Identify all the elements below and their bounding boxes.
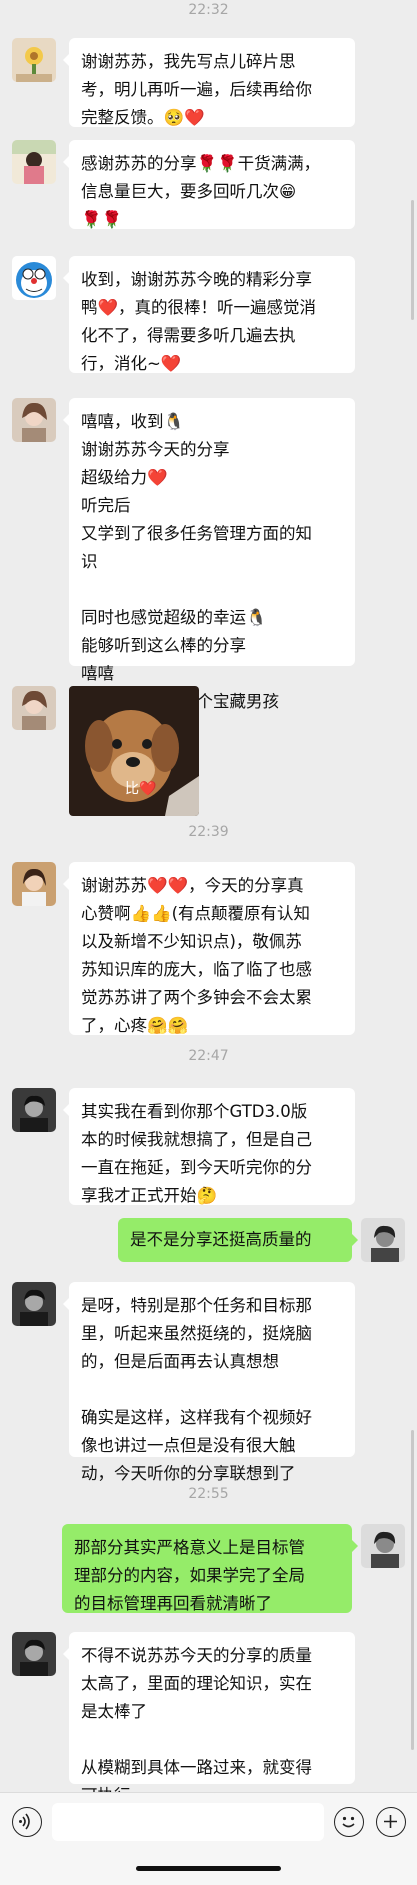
timestamp: 22:47: [188, 1048, 229, 1064]
scrollbar[interactable]: [411, 200, 414, 320]
message-bubble-self[interactable]: 那部分其实严格意义上是目标管 理部分的内容，如果学完了全局 的目标管理再回看就清…: [62, 1524, 358, 1613]
message-bubble[interactable]: 感谢苏苏的分享🌹🌹干货满满， 信息量巨大，要多回听几次😁 🌹🌹: [63, 140, 355, 229]
avatar[interactable]: [12, 398, 56, 442]
message-bubble[interactable]: 嘻嘻，收到🐧 谢谢苏苏今天的分享 超级给力❤️ 听完后 又学到了很多任务管理方面…: [63, 398, 355, 711]
avatar[interactable]: [12, 256, 56, 300]
timestamp: 22:39: [188, 824, 229, 840]
scrollbar[interactable]: [411, 1430, 414, 1750]
emoji-icon[interactable]: [334, 1807, 364, 1837]
home-indicator: [136, 1866, 281, 1871]
voice-icon[interactable]: [12, 1807, 42, 1837]
message-bubble[interactable]: 是呀，特别是那个任务和目标那 里，听起来虽然挺绕的，挺烧脑 的，但是后面再去认真…: [63, 1282, 355, 1483]
avatar[interactable]: [12, 1088, 56, 1132]
timestamp: 22:32: [188, 2, 229, 18]
sticker-caption: 比❤️: [125, 781, 157, 797]
avatar[interactable]: [12, 140, 56, 184]
avatar[interactable]: [12, 1632, 56, 1676]
message-bubble[interactable]: 其实我在看到你那个GTD3.0版 本的时候我就想搞了，但是自己 一直在拖延，到今…: [63, 1088, 355, 1205]
avatar[interactable]: [12, 862, 56, 906]
chat-message-list[interactable]: 22:32 谢谢苏苏，我先写点儿碎片思 考，明儿再听一遍，后续再给你 完整反馈。…: [0, 0, 417, 1792]
avatar[interactable]: [12, 1282, 56, 1326]
avatar[interactable]: [12, 686, 56, 730]
message-bubble[interactable]: 收到，谢谢苏苏今晚的精彩分享 鸭❤️，真的很棒！听一遍感觉消 化不了，得需要多听…: [63, 256, 355, 373]
message-bubble-self[interactable]: 是不是分享还挺高质量的: [118, 1218, 358, 1262]
timestamp: 22:55: [188, 1486, 229, 1502]
avatar-self[interactable]: [361, 1218, 405, 1262]
plus-icon[interactable]: [376, 1807, 406, 1837]
input-bar: [0, 1792, 417, 1885]
message-input[interactable]: [52, 1803, 324, 1841]
message-bubble[interactable]: 不得不说苏苏今天的分享的质量 太高了，里面的理论知识，实在 是太棒了 从模糊到具…: [63, 1632, 355, 1792]
sticker-image[interactable]: 比❤️: [69, 686, 199, 816]
message-bubble[interactable]: 谢谢苏苏，我先写点儿碎片思 考，明儿再听一遍，后续再给你 完整反馈。🥺❤️: [63, 38, 355, 127]
avatar[interactable]: [12, 38, 56, 82]
message-bubble[interactable]: 谢谢苏苏❤️❤️，今天的分享真 心赞啊👍👍(有点颠覆原有认知 以及新增不少知识点…: [63, 862, 355, 1035]
avatar-self[interactable]: [361, 1524, 405, 1568]
